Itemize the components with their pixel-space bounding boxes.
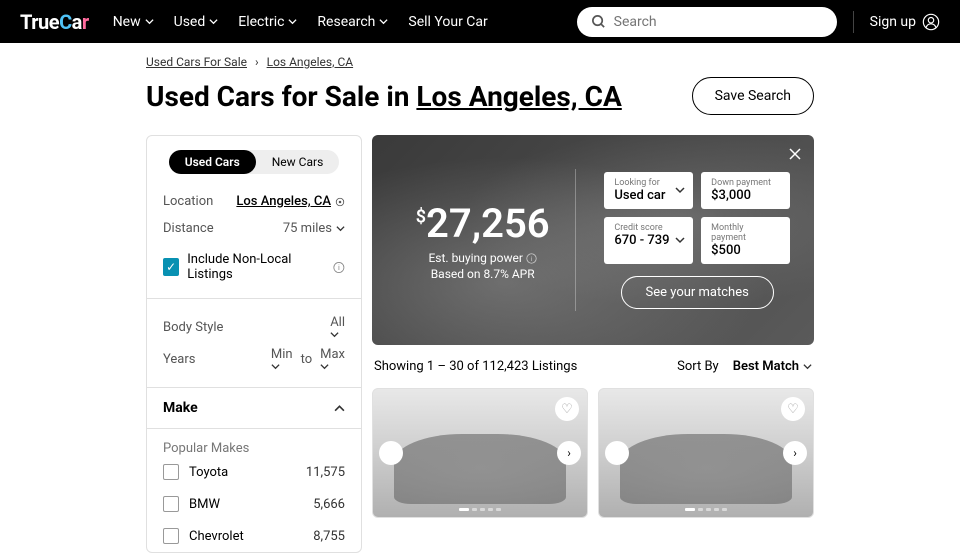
title-location[interactable]: Los Angeles, CA xyxy=(416,80,621,113)
nav-new[interactable]: New xyxy=(113,14,154,30)
nav-electric[interactable]: Electric xyxy=(238,14,297,30)
distance-select[interactable]: 75 miles xyxy=(283,221,345,236)
chevron-down-icon xyxy=(336,224,345,233)
buying-power-price: $27,256 xyxy=(396,200,569,247)
distance-label: Distance xyxy=(163,221,214,236)
divider xyxy=(853,11,854,33)
chevron-right-icon: › xyxy=(255,55,259,69)
user-icon xyxy=(922,13,940,31)
image-dots xyxy=(459,508,501,511)
buying-power-hero: $27,256 Est. buying power i Based on 8.7… xyxy=(372,135,814,345)
main-nav: New Used Electric Research Sell Your Car xyxy=(113,14,488,30)
nav-research[interactable]: Research xyxy=(317,14,388,30)
svg-text:i: i xyxy=(338,263,340,272)
checkbox-icon xyxy=(163,464,179,480)
sort-select[interactable]: Best Match xyxy=(733,359,812,374)
checkbox-icon xyxy=(163,528,179,544)
favorite-button[interactable]: ♡ xyxy=(555,397,579,421)
top-nav: TrueCar New Used Electric Research Sell … xyxy=(0,0,960,43)
body-style-select[interactable]: All xyxy=(330,315,345,339)
signup-link[interactable]: Sign up xyxy=(870,13,940,31)
chevron-up-icon xyxy=(334,403,345,414)
nonlocal-checkbox[interactable]: ✓ xyxy=(163,258,179,276)
next-image-button[interactable]: › xyxy=(783,441,807,465)
favorite-button[interactable]: ♡ xyxy=(781,397,805,421)
chevron-down-icon xyxy=(330,330,339,339)
apr-label: Based on 8.7% APR xyxy=(396,267,569,281)
tab-used[interactable]: Used Cars xyxy=(169,150,256,174)
looking-for-select[interactable]: Looking forUsed car xyxy=(604,172,693,209)
years-label: Years xyxy=(163,352,195,367)
see-matches-button[interactable]: See your matches xyxy=(621,276,774,309)
results-count: Showing 1 – 30 of 112,423 Listings xyxy=(374,359,577,374)
crumb-location[interactable]: Los Angeles, CA xyxy=(267,55,353,69)
location-value[interactable]: Los Angeles, CA xyxy=(236,194,345,209)
search-box[interactable] xyxy=(577,7,837,37)
credit-score-select[interactable]: Credit score670 - 739 xyxy=(604,217,693,264)
page-title: Used Cars for Sale in Los Angeles, CA xyxy=(146,80,622,113)
body-style-label: Body Style xyxy=(163,320,223,335)
close-hero-button[interactable] xyxy=(788,147,802,161)
condition-tabs: Used Cars New Cars xyxy=(169,150,340,174)
chevron-down-icon xyxy=(675,235,685,245)
svg-text:i: i xyxy=(531,255,533,263)
info-icon[interactable]: i xyxy=(526,253,537,264)
crumb-used[interactable]: Used Cars For Sale xyxy=(146,55,247,69)
year-min-select[interactable]: Min xyxy=(271,347,293,371)
image-dots xyxy=(685,508,727,511)
chevron-down-icon xyxy=(675,185,685,195)
info-icon[interactable]: i xyxy=(333,261,345,274)
monthly-payment-input[interactable]: Monthly payment$500 xyxy=(701,217,790,264)
down-payment-input[interactable]: Down payment$3,000 xyxy=(701,172,790,209)
prev-image-button[interactable] xyxy=(605,441,629,465)
listing-card[interactable]: ♡ › xyxy=(598,388,814,518)
heart-icon: ♡ xyxy=(561,402,573,417)
est-label: Est. buying power i xyxy=(396,251,569,265)
make-toyota[interactable]: Toyota11,575 xyxy=(147,456,361,488)
logo[interactable]: TrueCar xyxy=(20,10,89,34)
listing-card[interactable]: ♡ › xyxy=(372,388,588,518)
search-icon xyxy=(591,14,606,29)
checkbox-icon xyxy=(163,496,179,512)
year-max-select[interactable]: Max xyxy=(320,347,345,371)
chevron-down-icon xyxy=(320,362,329,371)
chevron-down-icon xyxy=(803,362,812,371)
breadcrumb: Used Cars For Sale › Los Angeles, CA xyxy=(146,55,814,69)
location-label: Location xyxy=(163,194,213,209)
make-chevrolet[interactable]: Chevrolet8,755 xyxy=(147,520,361,552)
filter-sidebar: Used Cars New Cars Location Los Angeles, … xyxy=(146,135,362,553)
popular-makes-label: Popular Makes xyxy=(147,429,361,456)
make-toggle[interactable]: Make xyxy=(147,388,361,429)
close-icon xyxy=(788,147,802,161)
chevron-down-icon xyxy=(271,362,280,371)
sort-label: Sort By xyxy=(677,359,719,374)
nav-used[interactable]: Used xyxy=(174,14,219,30)
tab-new[interactable]: New Cars xyxy=(256,150,340,174)
search-input[interactable] xyxy=(614,14,823,30)
prev-image-button[interactable] xyxy=(379,441,403,465)
next-image-button[interactable]: › xyxy=(557,441,581,465)
heart-icon: ♡ xyxy=(787,402,799,417)
save-search-button[interactable]: Save Search xyxy=(692,77,814,115)
nav-sell[interactable]: Sell Your Car xyxy=(408,14,487,30)
make-bmw[interactable]: BMW5,666 xyxy=(147,488,361,520)
nonlocal-label: Include Non-Local Listings xyxy=(187,252,325,282)
location-icon xyxy=(335,197,345,207)
